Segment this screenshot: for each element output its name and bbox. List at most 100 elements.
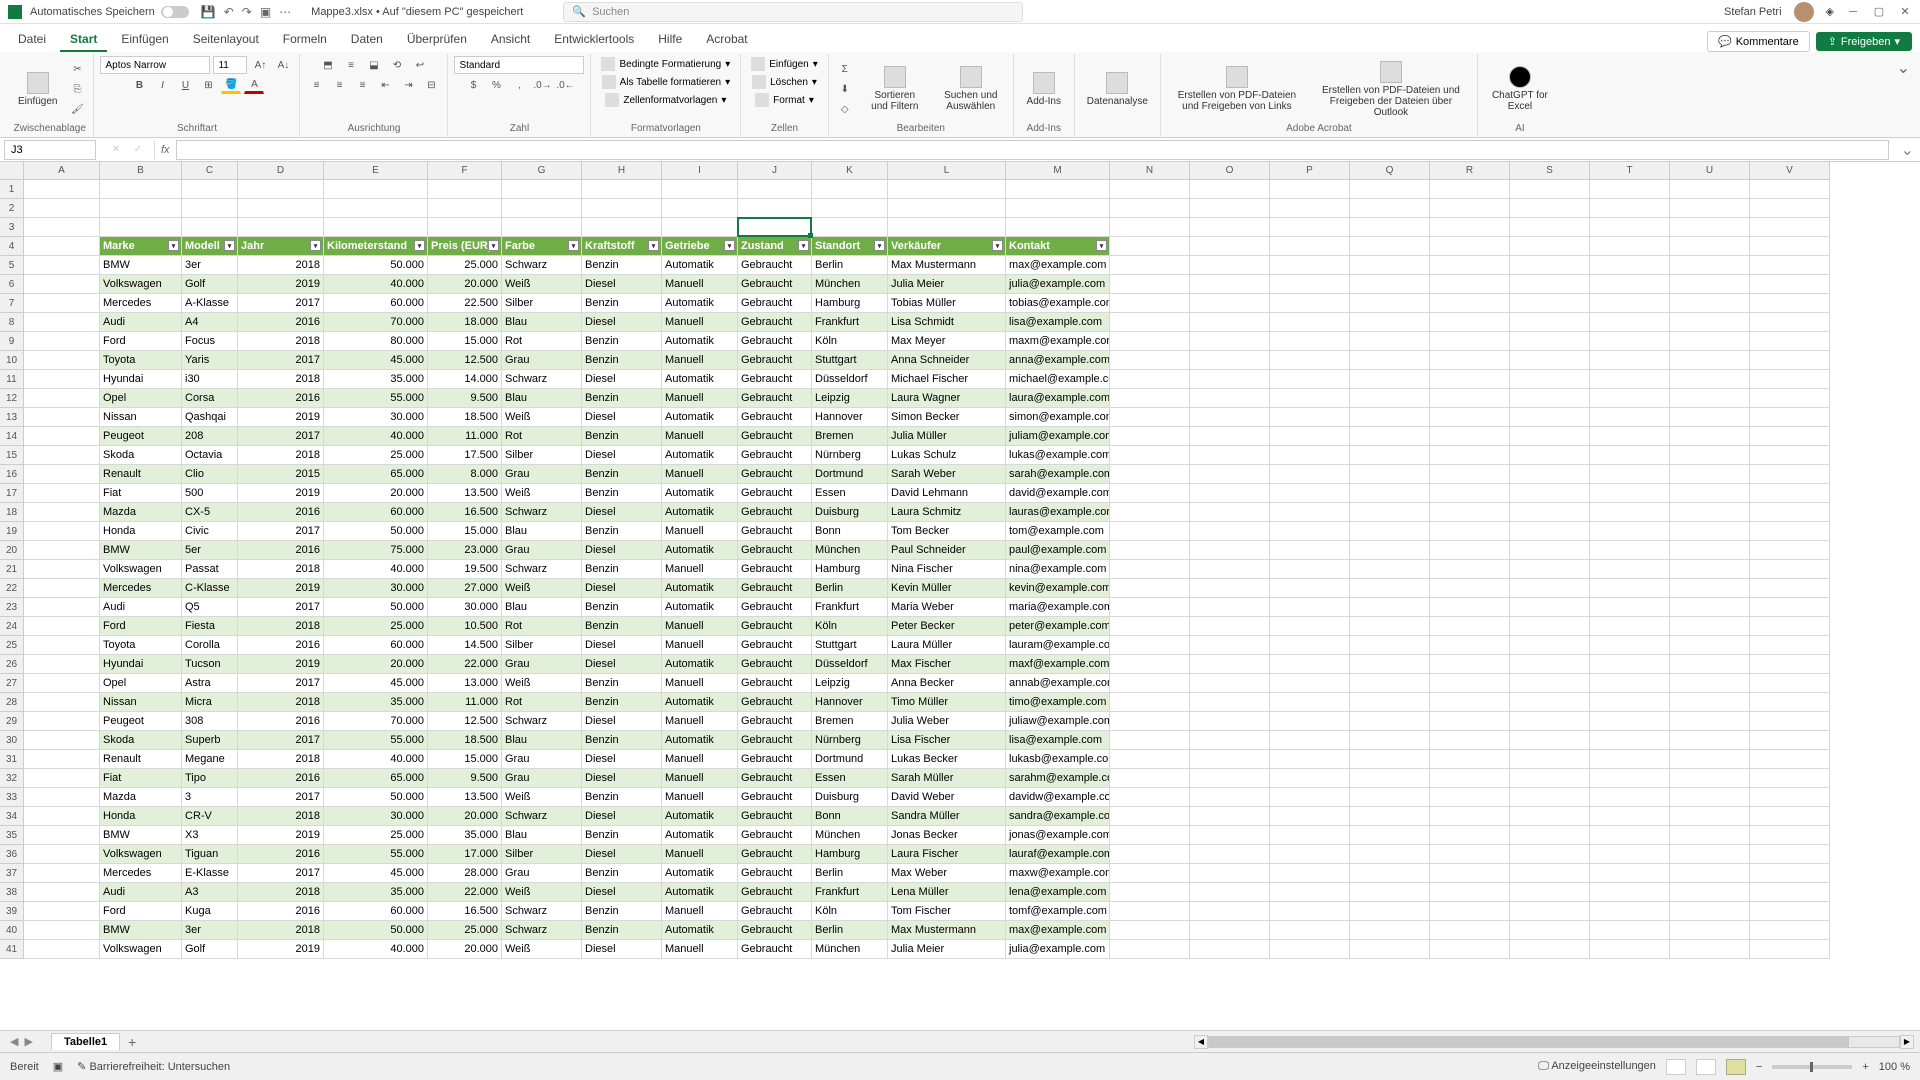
- cell[interactable]: Nina Fischer: [888, 560, 1006, 579]
- row-header[interactable]: 16: [0, 465, 24, 484]
- cell[interactable]: [1750, 921, 1830, 940]
- display-settings-button[interactable]: 🖵 Anzeigeeinstellungen: [1538, 1060, 1656, 1073]
- cell[interactable]: Manuell: [662, 427, 738, 446]
- increase-indent-button[interactable]: ⇥: [398, 76, 418, 94]
- cell[interactable]: [1510, 636, 1590, 655]
- cell[interactable]: 14.500: [428, 636, 502, 655]
- cell[interactable]: Gebraucht: [738, 712, 812, 731]
- cell[interactable]: [1110, 845, 1190, 864]
- cell[interactable]: lukasb@example.com: [1006, 750, 1110, 769]
- cell[interactable]: [1750, 617, 1830, 636]
- cell[interactable]: 2017: [238, 522, 324, 541]
- cell[interactable]: [1270, 427, 1350, 446]
- spreadsheet-grid[interactable]: ABCDEFGHIJKLMNOPQRSTUV 12345678910111213…: [0, 162, 1920, 968]
- page-layout-view-button[interactable]: [1696, 1059, 1716, 1075]
- cell[interactable]: [1670, 769, 1750, 788]
- cell[interactable]: Volkswagen: [100, 560, 182, 579]
- cell[interactable]: Grau: [502, 769, 582, 788]
- cell[interactable]: [1670, 446, 1750, 465]
- row-header[interactable]: 35: [0, 826, 24, 845]
- cell[interactable]: [1590, 465, 1670, 484]
- cell[interactable]: [24, 199, 100, 218]
- cell[interactable]: [1190, 313, 1270, 332]
- cell[interactable]: 2017: [238, 294, 324, 313]
- cell[interactable]: 2018: [238, 617, 324, 636]
- cell[interactable]: sarah@example.com: [1006, 465, 1110, 484]
- cell[interactable]: 22.000: [428, 655, 502, 674]
- underline-button[interactable]: U: [175, 76, 195, 94]
- cell[interactable]: [1190, 408, 1270, 427]
- tab-daten[interactable]: Daten: [341, 28, 393, 52]
- cell[interactable]: Rot: [502, 332, 582, 351]
- cell[interactable]: Diesel: [582, 446, 662, 465]
- cell[interactable]: [24, 921, 100, 940]
- cell[interactable]: 55.000: [324, 389, 428, 408]
- cell[interactable]: [1590, 389, 1670, 408]
- align-right-button[interactable]: ≡: [352, 76, 372, 94]
- cell[interactable]: Max Meyer: [888, 332, 1006, 351]
- cell[interactable]: [812, 180, 888, 199]
- cell[interactable]: [1750, 579, 1830, 598]
- select-all-corner[interactable]: [0, 162, 24, 180]
- cell[interactable]: Manuell: [662, 617, 738, 636]
- cell[interactable]: Nissan: [100, 693, 182, 712]
- cell[interactable]: Gebraucht: [738, 769, 812, 788]
- cell[interactable]: [1510, 617, 1590, 636]
- cell[interactable]: Weiß: [502, 275, 582, 294]
- cell[interactable]: [24, 275, 100, 294]
- filter-dropdown-icon[interactable]: ▾: [414, 240, 425, 251]
- cell[interactable]: [1190, 712, 1270, 731]
- cell[interactable]: [1190, 560, 1270, 579]
- cell[interactable]: [1110, 541, 1190, 560]
- cell[interactable]: 18.500: [428, 731, 502, 750]
- tab-datei[interactable]: Datei: [8, 28, 56, 52]
- filter-dropdown-icon[interactable]: ▾: [568, 240, 579, 251]
- cell[interactable]: [1590, 408, 1670, 427]
- cell[interactable]: 8.000: [428, 465, 502, 484]
- cell[interactable]: [1430, 313, 1510, 332]
- cell[interactable]: Gebraucht: [738, 731, 812, 750]
- cut-button[interactable]: ✂: [67, 60, 87, 78]
- cell[interactable]: München: [812, 541, 888, 560]
- row-header[interactable]: 33: [0, 788, 24, 807]
- cell[interactable]: [1110, 218, 1190, 237]
- cell[interactable]: [1190, 864, 1270, 883]
- cell[interactable]: [1190, 199, 1270, 218]
- cell[interactable]: Kevin Müller: [888, 579, 1006, 598]
- cell[interactable]: Peter Becker: [888, 617, 1006, 636]
- cell[interactable]: 70.000: [324, 313, 428, 332]
- cell[interactable]: maxw@example.com: [1006, 864, 1110, 883]
- cell[interactable]: [1350, 712, 1430, 731]
- row-header[interactable]: 34: [0, 807, 24, 826]
- cell[interactable]: Manuell: [662, 674, 738, 693]
- cell[interactable]: Civic: [182, 522, 238, 541]
- cell[interactable]: Frankfurt: [812, 883, 888, 902]
- cell[interactable]: [1510, 465, 1590, 484]
- sort-filter-button[interactable]: Sortieren und Filtern: [859, 64, 931, 114]
- cell[interactable]: Automatik: [662, 408, 738, 427]
- data-analysis-button[interactable]: Datenanalyse: [1081, 70, 1154, 109]
- cell[interactable]: Gebraucht: [738, 598, 812, 617]
- cell[interactable]: [1270, 446, 1350, 465]
- cell[interactable]: Audi: [100, 598, 182, 617]
- cell[interactable]: Silber: [502, 294, 582, 313]
- cell[interactable]: [1190, 351, 1270, 370]
- cell[interactable]: [24, 883, 100, 902]
- cell[interactable]: Julia Meier: [888, 940, 1006, 959]
- cell[interactable]: [1670, 674, 1750, 693]
- cell[interactable]: [24, 256, 100, 275]
- cell[interactable]: Grau: [502, 351, 582, 370]
- autosum-button[interactable]: Σ: [835, 60, 855, 78]
- cell[interactable]: 80.000: [324, 332, 428, 351]
- cell[interactable]: 40.000: [324, 275, 428, 294]
- row-header[interactable]: 9: [0, 332, 24, 351]
- cell[interactable]: Gebraucht: [738, 864, 812, 883]
- cell[interactable]: Manuell: [662, 769, 738, 788]
- cell[interactable]: [1750, 313, 1830, 332]
- cell[interactable]: 2018: [238, 446, 324, 465]
- cell[interactable]: [502, 180, 582, 199]
- orientation-button[interactable]: ⟲: [387, 56, 407, 74]
- cell[interactable]: [1270, 256, 1350, 275]
- cell[interactable]: [1270, 940, 1350, 959]
- cell[interactable]: Diesel: [582, 883, 662, 902]
